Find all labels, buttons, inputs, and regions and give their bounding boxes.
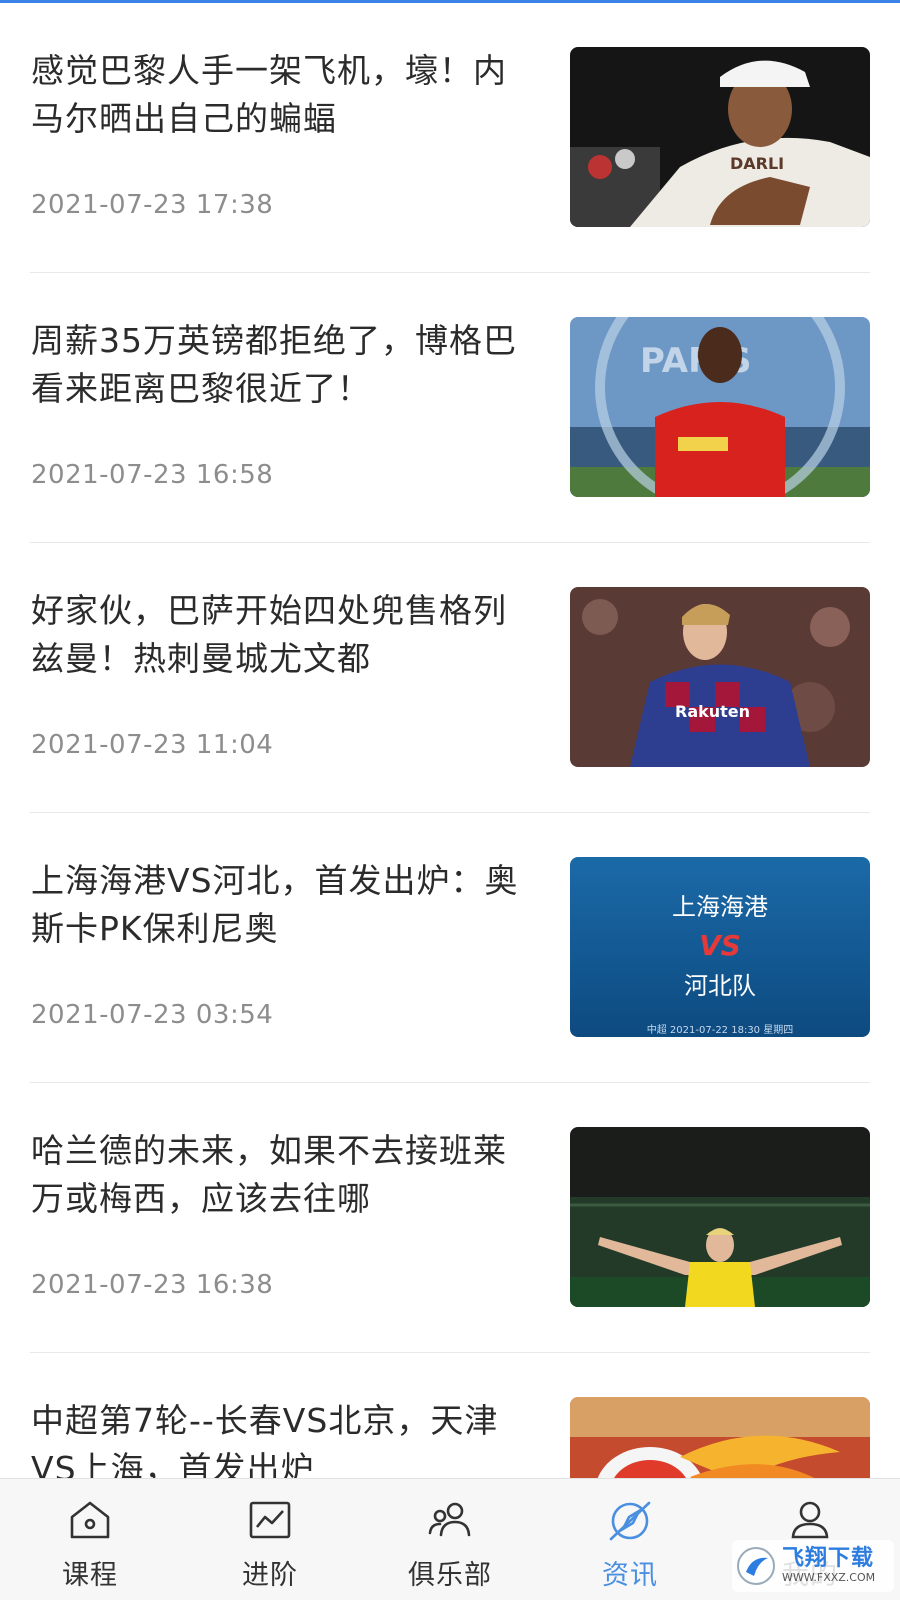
news-title: 上海海港VS河北，首发出炉：奥斯卡PK保利尼奥: [31, 861, 519, 948]
news-item[interactable]: 周薪35万英镑都拒绝了，博格巴看来距离巴黎很近了！ 2021-07-23 16:…: [30, 273, 870, 543]
tab-news[interactable]: 资讯: [540, 1479, 720, 1600]
watermark-url: WWW.FXXZ.COM: [782, 1571, 876, 1584]
svg-text:Rakuten: Rakuten: [675, 702, 750, 721]
news-date: 2021-07-23 11:04: [31, 730, 274, 760]
tab-advanced[interactable]: 进阶: [180, 1479, 360, 1600]
news-feed[interactable]: 感觉巴黎人手一架飞机，壕！内马尔晒出自己的蝙蝠 2021-07-23 17:38…: [0, 3, 900, 1478]
chart-icon: [249, 1501, 291, 1539]
tab-courses[interactable]: 课程: [0, 1479, 180, 1600]
news-item[interactable]: 上海海港VS河北，首发出炉：奥斯卡PK保利尼奥 2021-07-23 03:54…: [30, 813, 870, 1083]
home-icon: [70, 1501, 110, 1539]
thumb-team2-text: 河北队: [684, 972, 756, 1000]
news-title: 感觉巴黎人手一架飞机，壕！内马尔晒出自己的蝙蝠: [31, 51, 507, 138]
tab-label: 课程: [62, 1560, 118, 1591]
news-title: 中超第7轮--长春VS北京，天津VS上海，首发出炉: [31, 1401, 499, 1478]
news-item[interactable]: 好家伙，巴萨开始四处兜售格列兹曼！热刺曼城尤文都 2021-07-23 11:0…: [30, 543, 870, 813]
news-thumbnail[interactable]: Rakuten: [570, 587, 870, 767]
news-title: 哈兰德的未来，如果不去接班莱万或梅西，应该去往哪: [31, 1131, 507, 1218]
news-thumbnail[interactable]: 上海海港 VS 河北队 中超 2021-07-22 18:30 星期四: [570, 857, 870, 1037]
news-title: 周薪35万英镑都拒绝了，博格巴看来距离巴黎很近了！: [31, 321, 517, 408]
news-title: 好家伙，巴萨开始四处兜售格列兹曼！热刺曼城尤文都: [31, 591, 507, 678]
news-date: 2021-07-23 17:38: [31, 190, 274, 220]
news-date: 2021-07-23 03:54: [31, 1000, 274, 1030]
watermark-title: 飞翔下载: [782, 1546, 875, 1571]
news-item[interactable]: 感觉巴黎人手一架飞机，壕！内马尔晒出自己的蝙蝠 2021-07-23 17:38…: [30, 3, 870, 273]
news-date: 2021-07-23 16:58: [31, 460, 274, 490]
tab-label: 进阶: [242, 1560, 298, 1591]
user-icon: [791, 1501, 829, 1539]
news-item[interactable]: 哈兰德的未来，如果不去接班莱万或梅西，应该去往哪 2021-07-23 16:3…: [30, 1083, 870, 1353]
news-date: 2021-07-23 16:38: [31, 1270, 274, 1300]
news-thumbnail[interactable]: [570, 1127, 870, 1307]
news-thumbnail[interactable]: DARLI: [570, 47, 870, 227]
users-icon: [428, 1502, 471, 1537]
news-item[interactable]: 中超第7轮--长春VS北京，天津VS上海，首发出炉: [30, 1353, 870, 1478]
tab-label: 资讯: [602, 1560, 658, 1591]
news-thumbnail[interactable]: [570, 1397, 870, 1478]
thumb-vs-text: VS: [699, 929, 741, 962]
news-thumbnail[interactable]: PARIS: [570, 317, 870, 497]
thumb-team1-text: 上海海港: [672, 893, 768, 921]
thumb-caption: 中超 2021-07-22 18:30 星期四: [647, 1023, 793, 1036]
tab-club[interactable]: 俱乐部: [360, 1479, 540, 1600]
watermark: 飞翔下载 WWW.FXXZ.COM: [732, 1540, 894, 1592]
tab-label: 俱乐部: [408, 1560, 492, 1591]
watermark-logo-icon: [737, 1547, 775, 1585]
compass-icon: [609, 1501, 651, 1541]
svg-text:DARLI: DARLI: [730, 154, 784, 173]
